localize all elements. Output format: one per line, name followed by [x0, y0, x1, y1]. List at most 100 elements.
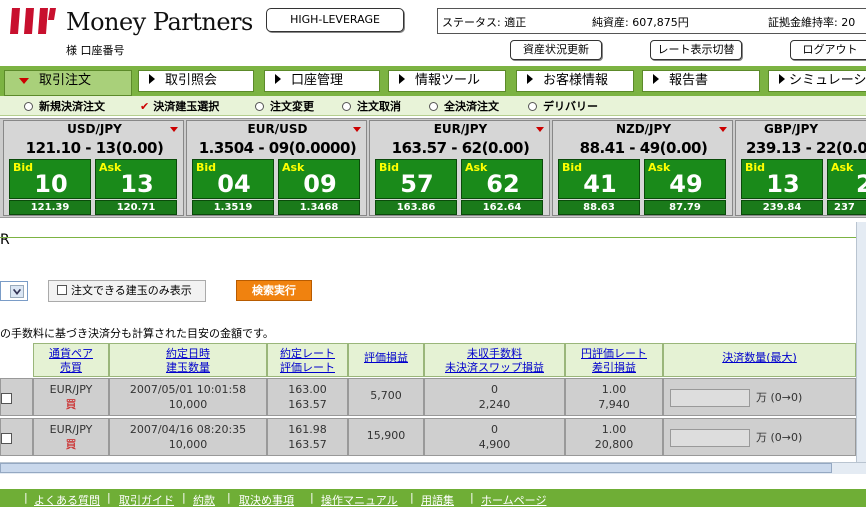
subnav-order-cancel[interactable]: 注文取消	[342, 98, 401, 114]
fee-text: 0	[491, 423, 498, 436]
tab-trade-inquiry[interactable]: 取引照会	[138, 70, 254, 92]
footer-link-faq[interactable]: よくある質問	[34, 492, 100, 507]
cell-settle-qty: 万 (0→0)	[663, 378, 856, 416]
col-header-datetime[interactable]: 約定日時 建玉数量	[109, 343, 267, 377]
logout-button[interactable]: ログアウト	[790, 40, 866, 60]
dropdown-arrow-icon[interactable]	[353, 127, 361, 132]
rate-toggle-button[interactable]: レート表示切替	[650, 40, 742, 60]
ask-low: 87.79	[644, 200, 726, 215]
col-header-pnl[interactable]: 評価損益	[348, 343, 424, 377]
radio-icon	[255, 102, 264, 111]
ask-button[interactable]: Ask2	[827, 159, 866, 199]
net-text: 20,800	[594, 438, 634, 451]
vertical-scrollbar[interactable]	[856, 222, 866, 464]
bid-button[interactable]: Bid 57	[375, 159, 457, 199]
tab-simulation[interactable]: シミュレーション	[768, 70, 866, 92]
subnav-new-order[interactable]: 新規決済注文	[24, 98, 105, 114]
datetime-text: 2007/05/01 10:01:58	[129, 383, 247, 396]
tab-account[interactable]: 口座管理	[264, 70, 380, 92]
net-assets-text: 純資産: 607,875円	[592, 16, 689, 29]
col-header-pair[interactable]: 通貨ペア 売買	[33, 343, 109, 377]
cell-rate: 163.00 163.57	[267, 378, 348, 416]
ask-button[interactable]: Ask 49	[644, 159, 726, 199]
ask-low: 237	[827, 200, 866, 215]
quote-text: 121.10 - 13(0.00)	[25, 139, 164, 157]
status-text: ステータス: 適正	[442, 16, 527, 29]
checkbox-icon[interactable]	[1, 433, 12, 444]
header-line: 未決済スワップ損益	[445, 361, 544, 374]
subnav-order-change[interactable]: 注文変更	[255, 98, 314, 114]
rate-panel-eurusd: EUR/USD 1.3504 - 09(0.0000) Bid 04 Ask 09 …	[186, 120, 367, 216]
pair-text: EUR/JPY	[49, 423, 93, 436]
cell-datetime: 2007/04/16 08:20:35 10,000	[109, 418, 267, 456]
rate-panel-eurjpy: EUR/JPY 163.57 - 62(0.00) Bid 57 Ask 62 16…	[369, 120, 550, 216]
checkbox-icon[interactable]	[1, 393, 12, 404]
orderable-filter[interactable]: 注文できる建玉のみ表示	[48, 280, 206, 302]
subnav-full-settlement[interactable]: 全決済注文	[429, 98, 499, 114]
tab-trade-order[interactable]: 取引注文	[4, 70, 132, 96]
row-select-cell	[0, 378, 33, 416]
subnav-delivery[interactable]: デリバリー	[528, 98, 598, 114]
bid-button[interactable]: Bid 13	[741, 159, 823, 199]
dropdown-arrow-icon[interactable]	[719, 127, 727, 132]
ask-value: 62	[486, 170, 520, 198]
bid-button[interactable]: Bid 41	[558, 159, 640, 199]
search-button[interactable]: 検索実行	[236, 280, 312, 301]
row-select-cell	[0, 418, 33, 456]
cell-datetime: 2007/05/01 10:01:58 10,000	[109, 378, 267, 416]
bid-high: 88.63	[558, 200, 640, 215]
ask-button[interactable]: Ask 13	[95, 159, 177, 199]
checkbox-icon[interactable]	[57, 285, 67, 295]
horizontal-scroll-thumb[interactable]	[0, 463, 832, 473]
footer-link-guide[interactable]: 取引ガイド	[119, 492, 174, 507]
high-leverage-button[interactable]: HIGH-LEVERAGE	[266, 8, 404, 32]
pair-label: USD/JPY	[67, 122, 122, 136]
net-text: 7,940	[598, 398, 630, 411]
qty-text: 10,000	[168, 438, 208, 451]
settle-qty-input[interactable]	[670, 429, 750, 447]
ask-low: 1.3468	[278, 200, 360, 215]
col-header-settle-qty[interactable]: 決済数量(最大)	[663, 343, 856, 377]
subnav-label: 全決済注文	[444, 100, 499, 113]
subnav-label: 注文取消	[357, 100, 401, 113]
radio-icon	[429, 102, 438, 111]
footer-link-homepage[interactable]: ホームページ	[481, 492, 546, 507]
dropdown-arrow-icon[interactable]	[536, 127, 544, 132]
footer-link-rules[interactable]: 取決め事項	[239, 492, 294, 507]
footer-link-glossary[interactable]: 用語集	[421, 492, 454, 507]
footer-link-terms[interactable]: 約款	[193, 492, 215, 507]
tab-customer-info[interactable]: お客様情報	[516, 70, 634, 92]
settle-qty-input[interactable]	[670, 389, 750, 407]
footer-separator: |	[410, 491, 414, 504]
col-header-yen-rate[interactable]: 円評価レート 差引損益	[565, 343, 663, 377]
ask-label: Ask	[831, 161, 854, 174]
datetime-text: 2007/04/16 08:20:35	[129, 423, 247, 436]
logo-text: Money Partners	[66, 8, 253, 36]
asset-refresh-button[interactable]: 資産状況更新	[510, 40, 602, 60]
trading-window: Money Partners 様 口座番号 HIGH-LEVERAGE ステータ…	[0, 0, 866, 507]
footer-separator: |	[470, 491, 474, 504]
footer-link-manual[interactable]: 操作マニュアル	[321, 492, 398, 507]
fee-text: 0	[491, 383, 498, 396]
tab-reports[interactable]: 報告書	[642, 70, 760, 92]
pair-select[interactable]	[0, 281, 28, 301]
tab-info-tools[interactable]: 情報ツール	[388, 70, 506, 92]
subnav-label: 新規決済注文	[39, 100, 105, 113]
dropdown-arrow-icon[interactable]	[170, 127, 178, 132]
header-line: 評価レート	[280, 361, 335, 374]
account-status-box: ステータス: 適正 純資産: 607,875円 証拠金維持率: 20	[437, 8, 866, 34]
settle-unit: 万 (0→0)	[756, 430, 802, 445]
subnav-position-select[interactable]: ✔ 決済建玉選択	[140, 98, 219, 114]
ask-button[interactable]: Ask 62	[461, 159, 543, 199]
col-header-rate[interactable]: 約定レート 評価レート	[267, 343, 348, 377]
pair-label: GBP/JPY	[763, 122, 819, 136]
radio-icon	[528, 102, 537, 111]
cell-settle-qty: 万 (0→0)	[663, 418, 856, 456]
arrow-right-icon	[779, 74, 785, 84]
bid-button[interactable]: Bid 10	[9, 159, 91, 199]
ask-button[interactable]: Ask 09	[278, 159, 360, 199]
col-header-fee[interactable]: 未収手数料 未決済スワップ損益	[424, 343, 565, 377]
bid-button[interactable]: Bid 04	[192, 159, 274, 199]
cell-yen-rate: 1.00 7,940	[565, 378, 663, 416]
range-text: (0→0)	[770, 431, 803, 444]
